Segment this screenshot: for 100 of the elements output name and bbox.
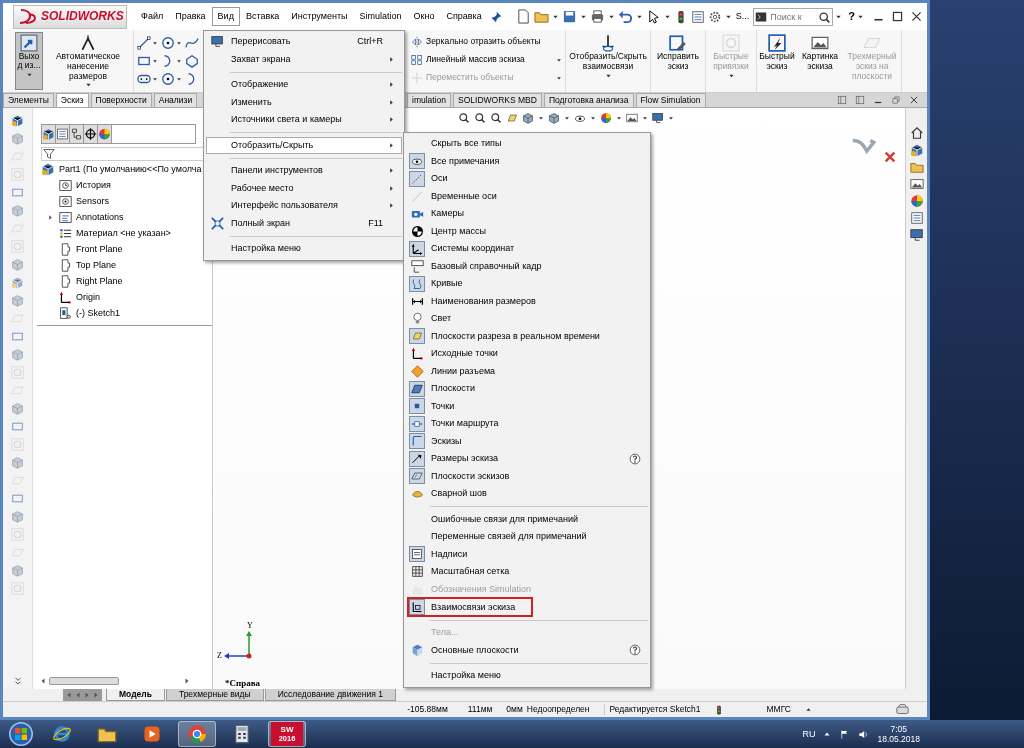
- tree-item[interactable]: Top Plane: [33, 257, 212, 273]
- gear-icon[interactable]: [707, 9, 722, 24]
- menu-item[interactable]: Системы координат: [406, 240, 648, 258]
- command-tab[interactable]: Элементы: [3, 93, 54, 107]
- up-arrow-icon[interactable]: [805, 706, 812, 713]
- ribbon-tool[interactable]: Линейный массив эскиза: [411, 51, 525, 68]
- pin-icon[interactable]: [489, 10, 502, 23]
- image-icon[interactable]: [909, 177, 924, 191]
- image-icon[interactable]: [626, 112, 638, 124]
- panel-icon[interactable]: [855, 95, 865, 105]
- printer-icon[interactable]: [589, 9, 605, 24]
- caret-icon[interactable]: [556, 56, 562, 63]
- caret-icon[interactable]: [579, 13, 587, 20]
- menu-item[interactable]: Центр массы: [406, 222, 648, 240]
- restore-icon[interactable]: [891, 95, 901, 105]
- caret-icon[interactable]: [590, 115, 596, 121]
- tree-item[interactable]: (-) Sketch1: [33, 305, 212, 321]
- caret-icon[interactable]: [635, 13, 643, 20]
- section-plane-icon[interactable]: [506, 112, 518, 124]
- menu-item[interactable]: Точки: [406, 397, 648, 415]
- command-tab[interactable]: Flow Simulation: [635, 93, 706, 107]
- part-icon[interactable]: [909, 143, 924, 157]
- menu-item[interactable]: Захват экрана: [206, 50, 402, 68]
- menu-item[interactable]: Точки маршрута: [406, 415, 648, 433]
- chevron-icon[interactable]: [12, 676, 23, 686]
- browser-icon[interactable]: [52, 724, 72, 744]
- maximize-icon[interactable]: [891, 10, 904, 23]
- rectangle-icon[interactable]: [137, 54, 151, 68]
- caret-icon[interactable]: [176, 58, 182, 64]
- caret-icon[interactable]: [176, 40, 182, 46]
- menu-item[interactable]: Взаимосвязи эскиза: [406, 596, 648, 618]
- menu-item[interactable]: Все примечания: [406, 152, 648, 170]
- menu-item[interactable]: Переменные связей для примечаний: [406, 528, 648, 546]
- search-field[interactable]: Поиск к: [753, 7, 834, 26]
- caret-icon[interactable]: [607, 13, 615, 20]
- cube-icon[interactable]: [548, 112, 560, 124]
- caret-icon[interactable]: [724, 13, 732, 20]
- spline-icon[interactable]: [185, 36, 199, 50]
- list-icon[interactable]: [909, 211, 924, 225]
- menu-item[interactable]: Плоскости: [406, 380, 648, 398]
- menu-item[interactable]: Перерисовать Ctrl+R: [206, 33, 402, 51]
- menu-item[interactable]: Свет: [406, 310, 648, 328]
- ribbon-button[interactable]: Исправить эскиз: [653, 32, 703, 90]
- caret-icon[interactable]: [564, 115, 570, 121]
- exit-sketch-button[interactable]: Выход из...: [15, 32, 43, 90]
- menu-item[interactable]: Масштабная сетка: [406, 563, 648, 581]
- undo-icon[interactable]: [617, 9, 633, 24]
- command-tab[interactable]: Подготовка анализа: [543, 93, 634, 107]
- calculator-icon[interactable]: [232, 724, 252, 744]
- search-icon[interactable]: [458, 112, 470, 124]
- ribbon-tool[interactable]: Зеркально отразить объекты: [411, 33, 541, 50]
- home-icon[interactable]: [909, 126, 924, 140]
- part-icon[interactable]: [11, 114, 24, 127]
- menu-item[interactable]: Кривые: [406, 275, 648, 293]
- menu-item[interactable]: Отобразить/Скрыть: [206, 136, 402, 154]
- cube-icon[interactable]: [522, 112, 534, 124]
- caret-icon[interactable]: [538, 115, 544, 121]
- color-ball-icon[interactable]: [600, 112, 612, 124]
- color-ball-icon[interactable]: [98, 125, 112, 143]
- caret-icon[interactable]: [556, 74, 562, 81]
- menu-item[interactable]: Simulation: [353, 7, 408, 26]
- caret-icon[interactable]: [152, 76, 158, 82]
- browser-icon[interactable]: [187, 724, 207, 744]
- ribbon-button[interactable]: Автоматическое нанесение размеров: [46, 32, 130, 90]
- right-arrow-icon[interactable]: [47, 213, 54, 221]
- menu-item[interactable]: Настройка меню: [406, 667, 648, 685]
- menu-item[interactable]: Окно: [407, 7, 441, 26]
- caret-icon[interactable]: [152, 40, 158, 46]
- menu-item[interactable]: Файл: [135, 7, 170, 26]
- caret-icon[interactable]: [668, 115, 674, 121]
- panel-icon[interactable]: [837, 95, 847, 105]
- units-selector[interactable]: ММГС: [766, 704, 791, 715]
- menu-item[interactable]: Линии разъема: [406, 362, 648, 380]
- caret-icon[interactable]: [176, 76, 182, 82]
- circle-icon[interactable]: [161, 36, 175, 50]
- right-arrow-icon[interactable]: [183, 677, 191, 685]
- command-tab[interactable]: SOLIDWORKS MBD: [453, 93, 542, 107]
- menu-item[interactable]: Вставка: [239, 7, 286, 26]
- crosshair-icon[interactable]: [84, 125, 98, 143]
- command-tab[interactable]: imulation: [407, 93, 452, 107]
- menu-item[interactable]: Ошибочные связи для примечаний: [406, 510, 648, 528]
- caret-icon[interactable]: [551, 13, 559, 20]
- scrollbar-thumb[interactable]: [49, 677, 119, 685]
- caret-icon[interactable]: [857, 13, 864, 20]
- menu-item[interactable]: Правка: [169, 7, 212, 26]
- menu-item[interactable]: Плоскости эскизов: [406, 467, 648, 485]
- left-arrow-icon[interactable]: [39, 677, 47, 685]
- command-tab[interactable]: Анализи: [153, 93, 198, 107]
- menu-item[interactable]: Источники света и камеры: [206, 111, 402, 129]
- menu-item[interactable]: Временные оси: [406, 187, 648, 205]
- menu-item[interactable]: Отображение: [206, 76, 402, 94]
- tree-item[interactable]: Origin: [33, 289, 212, 305]
- stack-icon[interactable]: [896, 703, 909, 716]
- caret-icon[interactable]: [663, 13, 671, 20]
- menu-item[interactable]: Базовый справочный кадр: [406, 257, 648, 275]
- slot-icon[interactable]: [137, 72, 151, 86]
- menu-item[interactable]: Основные плоскости: [406, 641, 648, 659]
- menu-item[interactable]: Инструменты: [285, 7, 354, 26]
- close-icon[interactable]: [910, 10, 923, 23]
- help-button[interactable]: ?: [848, 9, 855, 24]
